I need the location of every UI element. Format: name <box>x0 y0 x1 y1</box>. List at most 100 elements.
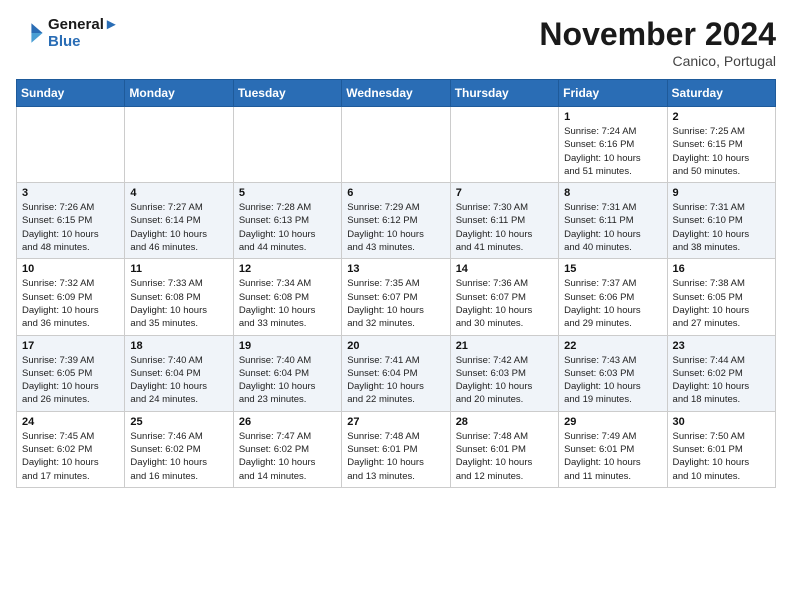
day-info: Sunrise: 7:41 AM Sunset: 6:04 PM Dayligh… <box>347 354 444 407</box>
day-info: Sunrise: 7:40 AM Sunset: 6:04 PM Dayligh… <box>239 354 336 407</box>
day-number: 7 <box>456 187 553 199</box>
calendar-day-cell: 14 Sunrise: 7:36 AM Sunset: 6:07 PM Dayli… <box>450 259 558 335</box>
calendar-day-cell: 13Sunrise: 7:35 AM Sunset: 6:07 PM Dayli… <box>342 259 450 335</box>
calendar-day-cell: 18 Sunrise: 7:40 AM Sunset: 6:04 PM Dayli… <box>125 335 233 411</box>
day-info: Sunrise: 7:26 AM Sunset: 6:15 PM Dayligh… <box>22 201 119 254</box>
calendar-day-cell: 15 Sunrise: 7:37 AM Sunset: 6:06 PM Dayli… <box>559 259 667 335</box>
day-info: Sunrise: 7:42 AM Sunset: 6:03 PM Dayligh… <box>456 354 553 407</box>
calendar-day-cell: 10 Sunrise: 7:32 AM Sunset: 6:09 PM Dayli… <box>17 259 125 335</box>
month-title: November 2024 <box>539 16 776 53</box>
day-info: Sunrise: 7:32 AM Sunset: 6:09 PM Dayligh… <box>22 277 119 330</box>
logo: General► Blue <box>16 16 119 50</box>
day-number: 5 <box>239 187 336 199</box>
calendar-day-cell: 7 Sunrise: 7:30 AM Sunset: 6:11 PM Daylig… <box>450 183 558 259</box>
day-info: Sunrise: 7:47 AM Sunset: 6:02 PM Dayligh… <box>239 430 336 483</box>
day-number: 12 <box>239 263 336 275</box>
calendar-day-cell: 5 Sunrise: 7:28 AM Sunset: 6:13 PM Daylig… <box>233 183 341 259</box>
day-of-week-header: Thursday <box>450 80 558 107</box>
day-info: Sunrise: 7:40 AM Sunset: 6:04 PM Dayligh… <box>130 354 227 407</box>
calendar-day-cell: 6Sunrise: 7:29 AM Sunset: 6:12 PM Daylig… <box>342 183 450 259</box>
day-number: 26 <box>239 416 336 428</box>
calendar-day-cell: 9Sunrise: 7:31 AM Sunset: 6:10 PM Daylig… <box>667 183 775 259</box>
calendar-day-cell: 25 Sunrise: 7:46 AM Sunset: 6:02 PM Dayli… <box>125 411 233 487</box>
day-number: 3 <box>22 187 119 199</box>
calendar-week-row: 10 Sunrise: 7:32 AM Sunset: 6:09 PM Dayli… <box>17 259 776 335</box>
calendar-day-cell: 17 Sunrise: 7:39 AM Sunset: 6:05 PM Dayli… <box>17 335 125 411</box>
day-info: Sunrise: 7:39 AM Sunset: 6:05 PM Dayligh… <box>22 354 119 407</box>
day-number: 2 <box>673 111 770 123</box>
day-of-week-header: Friday <box>559 80 667 107</box>
calendar-day-cell: 8 Sunrise: 7:31 AM Sunset: 6:11 PM Daylig… <box>559 183 667 259</box>
calendar-day-cell: 1 Sunrise: 7:24 AM Sunset: 6:16 PM Daylig… <box>559 107 667 183</box>
day-number: 22 <box>564 340 661 352</box>
day-info: Sunrise: 7:49 AM Sunset: 6:01 PM Dayligh… <box>564 430 661 483</box>
day-number: 24 <box>22 416 119 428</box>
calendar-day-cell: 29 Sunrise: 7:49 AM Sunset: 6:01 PM Dayli… <box>559 411 667 487</box>
day-info: Sunrise: 7:31 AM Sunset: 6:11 PM Dayligh… <box>564 201 661 254</box>
day-number: 6 <box>347 187 444 199</box>
day-number: 27 <box>347 416 444 428</box>
logo-icon <box>16 19 44 47</box>
calendar-week-row: 1 Sunrise: 7:24 AM Sunset: 6:16 PM Daylig… <box>17 107 776 183</box>
day-info: Sunrise: 7:27 AM Sunset: 6:14 PM Dayligh… <box>130 201 227 254</box>
calendar-day-cell: 22Sunrise: 7:43 AM Sunset: 6:03 PM Dayli… <box>559 335 667 411</box>
day-number: 11 <box>130 263 227 275</box>
day-of-week-header: Tuesday <box>233 80 341 107</box>
calendar-day-cell <box>17 107 125 183</box>
day-number: 19 <box>239 340 336 352</box>
day-number: 20 <box>347 340 444 352</box>
day-info: Sunrise: 7:37 AM Sunset: 6:06 PM Dayligh… <box>564 277 661 330</box>
calendar-day-cell: 20 Sunrise: 7:41 AM Sunset: 6:04 PM Dayli… <box>342 335 450 411</box>
calendar-day-cell: 24 Sunrise: 7:45 AM Sunset: 6:02 PM Dayli… <box>17 411 125 487</box>
calendar-day-cell: 4Sunrise: 7:27 AM Sunset: 6:14 PM Daylig… <box>125 183 233 259</box>
day-info: Sunrise: 7:48 AM Sunset: 6:01 PM Dayligh… <box>456 430 553 483</box>
day-info: Sunrise: 7:46 AM Sunset: 6:02 PM Dayligh… <box>130 430 227 483</box>
day-number: 23 <box>673 340 770 352</box>
calendar: SundayMondayTuesdayWednesdayThursdayFrid… <box>16 79 776 488</box>
day-number: 17 <box>22 340 119 352</box>
day-number: 28 <box>456 416 553 428</box>
day-of-week-header: Monday <box>125 80 233 107</box>
page-header: General► Blue November 2024 Canico, Port… <box>16 16 776 69</box>
day-info: Sunrise: 7:50 AM Sunset: 6:01 PM Dayligh… <box>673 430 770 483</box>
day-number: 8 <box>564 187 661 199</box>
day-of-week-header: Wednesday <box>342 80 450 107</box>
day-number: 1 <box>564 111 661 123</box>
day-info: Sunrise: 7:31 AM Sunset: 6:10 PM Dayligh… <box>673 201 770 254</box>
calendar-day-cell: 11Sunrise: 7:33 AM Sunset: 6:08 PM Dayli… <box>125 259 233 335</box>
day-info: Sunrise: 7:48 AM Sunset: 6:01 PM Dayligh… <box>347 430 444 483</box>
calendar-week-row: 3 Sunrise: 7:26 AM Sunset: 6:15 PM Daylig… <box>17 183 776 259</box>
calendar-day-cell: 30 Sunrise: 7:50 AM Sunset: 6:01 PM Dayli… <box>667 411 775 487</box>
day-info: Sunrise: 7:30 AM Sunset: 6:11 PM Dayligh… <box>456 201 553 254</box>
day-number: 30 <box>673 416 770 428</box>
day-number: 10 <box>22 263 119 275</box>
day-number: 15 <box>564 263 661 275</box>
day-number: 25 <box>130 416 227 428</box>
calendar-week-row: 24 Sunrise: 7:45 AM Sunset: 6:02 PM Dayli… <box>17 411 776 487</box>
day-number: 16 <box>673 263 770 275</box>
day-number: 18 <box>130 340 227 352</box>
day-info: Sunrise: 7:24 AM Sunset: 6:16 PM Dayligh… <box>564 125 661 178</box>
calendar-day-cell: 26 Sunrise: 7:47 AM Sunset: 6:02 PM Dayli… <box>233 411 341 487</box>
calendar-day-cell: 16 Sunrise: 7:38 AM Sunset: 6:05 PM Dayli… <box>667 259 775 335</box>
day-info: Sunrise: 7:36 AM Sunset: 6:07 PM Dayligh… <box>456 277 553 330</box>
day-number: 13 <box>347 263 444 275</box>
calendar-day-cell <box>233 107 341 183</box>
logo-text: General► Blue <box>48 16 119 50</box>
calendar-day-cell: 27 Sunrise: 7:48 AM Sunset: 6:01 PM Dayli… <box>342 411 450 487</box>
day-number: 21 <box>456 340 553 352</box>
day-info: Sunrise: 7:25 AM Sunset: 6:15 PM Dayligh… <box>673 125 770 178</box>
day-number: 14 <box>456 263 553 275</box>
calendar-day-cell <box>450 107 558 183</box>
calendar-day-cell: 3 Sunrise: 7:26 AM Sunset: 6:15 PM Daylig… <box>17 183 125 259</box>
calendar-day-cell: 12 Sunrise: 7:34 AM Sunset: 6:08 PM Dayli… <box>233 259 341 335</box>
calendar-day-cell: 19 Sunrise: 7:40 AM Sunset: 6:04 PM Dayli… <box>233 335 341 411</box>
title-area: November 2024 Canico, Portugal <box>539 16 776 69</box>
location: Canico, Portugal <box>539 53 776 69</box>
day-info: Sunrise: 7:45 AM Sunset: 6:02 PM Dayligh… <box>22 430 119 483</box>
day-number: 29 <box>564 416 661 428</box>
calendar-day-cell <box>125 107 233 183</box>
day-info: Sunrise: 7:38 AM Sunset: 6:05 PM Dayligh… <box>673 277 770 330</box>
day-info: Sunrise: 7:28 AM Sunset: 6:13 PM Dayligh… <box>239 201 336 254</box>
day-info: Sunrise: 7:34 AM Sunset: 6:08 PM Dayligh… <box>239 277 336 330</box>
